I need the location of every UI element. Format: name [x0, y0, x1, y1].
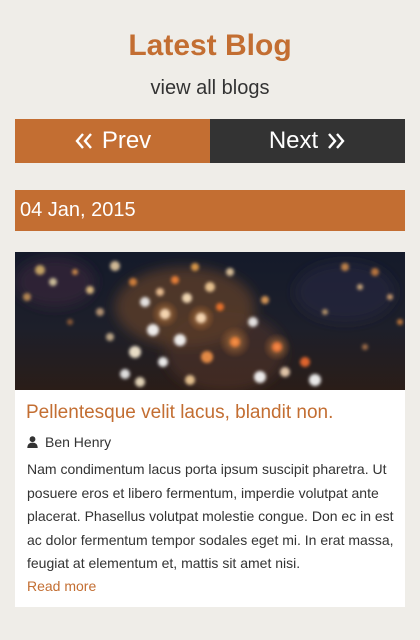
- next-button[interactable]: Next: [210, 119, 405, 163]
- post-author: Ben Henry: [27, 432, 111, 452]
- author-name: Ben Henry: [45, 434, 112, 450]
- prev-label: Prev: [101, 127, 152, 154]
- double-chevron-left-icon: [74, 131, 94, 151]
- post-excerpt: Nam condimentum lacus porta ipsum suscip…: [27, 461, 394, 571]
- pagination-nav: Prev Next: [15, 119, 405, 163]
- next-label: Next: [268, 127, 319, 154]
- post-title-link[interactable]: Pellentesque velit lacus, blandit non.: [26, 400, 396, 426]
- view-all-blogs-link[interactable]: view all blogs: [0, 74, 420, 102]
- double-chevron-right-icon: [326, 131, 346, 151]
- post-image[interactable]: [15, 252, 405, 390]
- blog-post-card: Pellentesque velit lacus, blandit non. B…: [15, 252, 405, 607]
- user-icon: [27, 436, 38, 448]
- post-date: 04 Jan, 2015: [15, 190, 405, 231]
- read-more-link[interactable]: Read more: [27, 576, 96, 596]
- prev-button[interactable]: Prev: [15, 119, 210, 163]
- section-title: Latest Blog: [128, 29, 292, 62]
